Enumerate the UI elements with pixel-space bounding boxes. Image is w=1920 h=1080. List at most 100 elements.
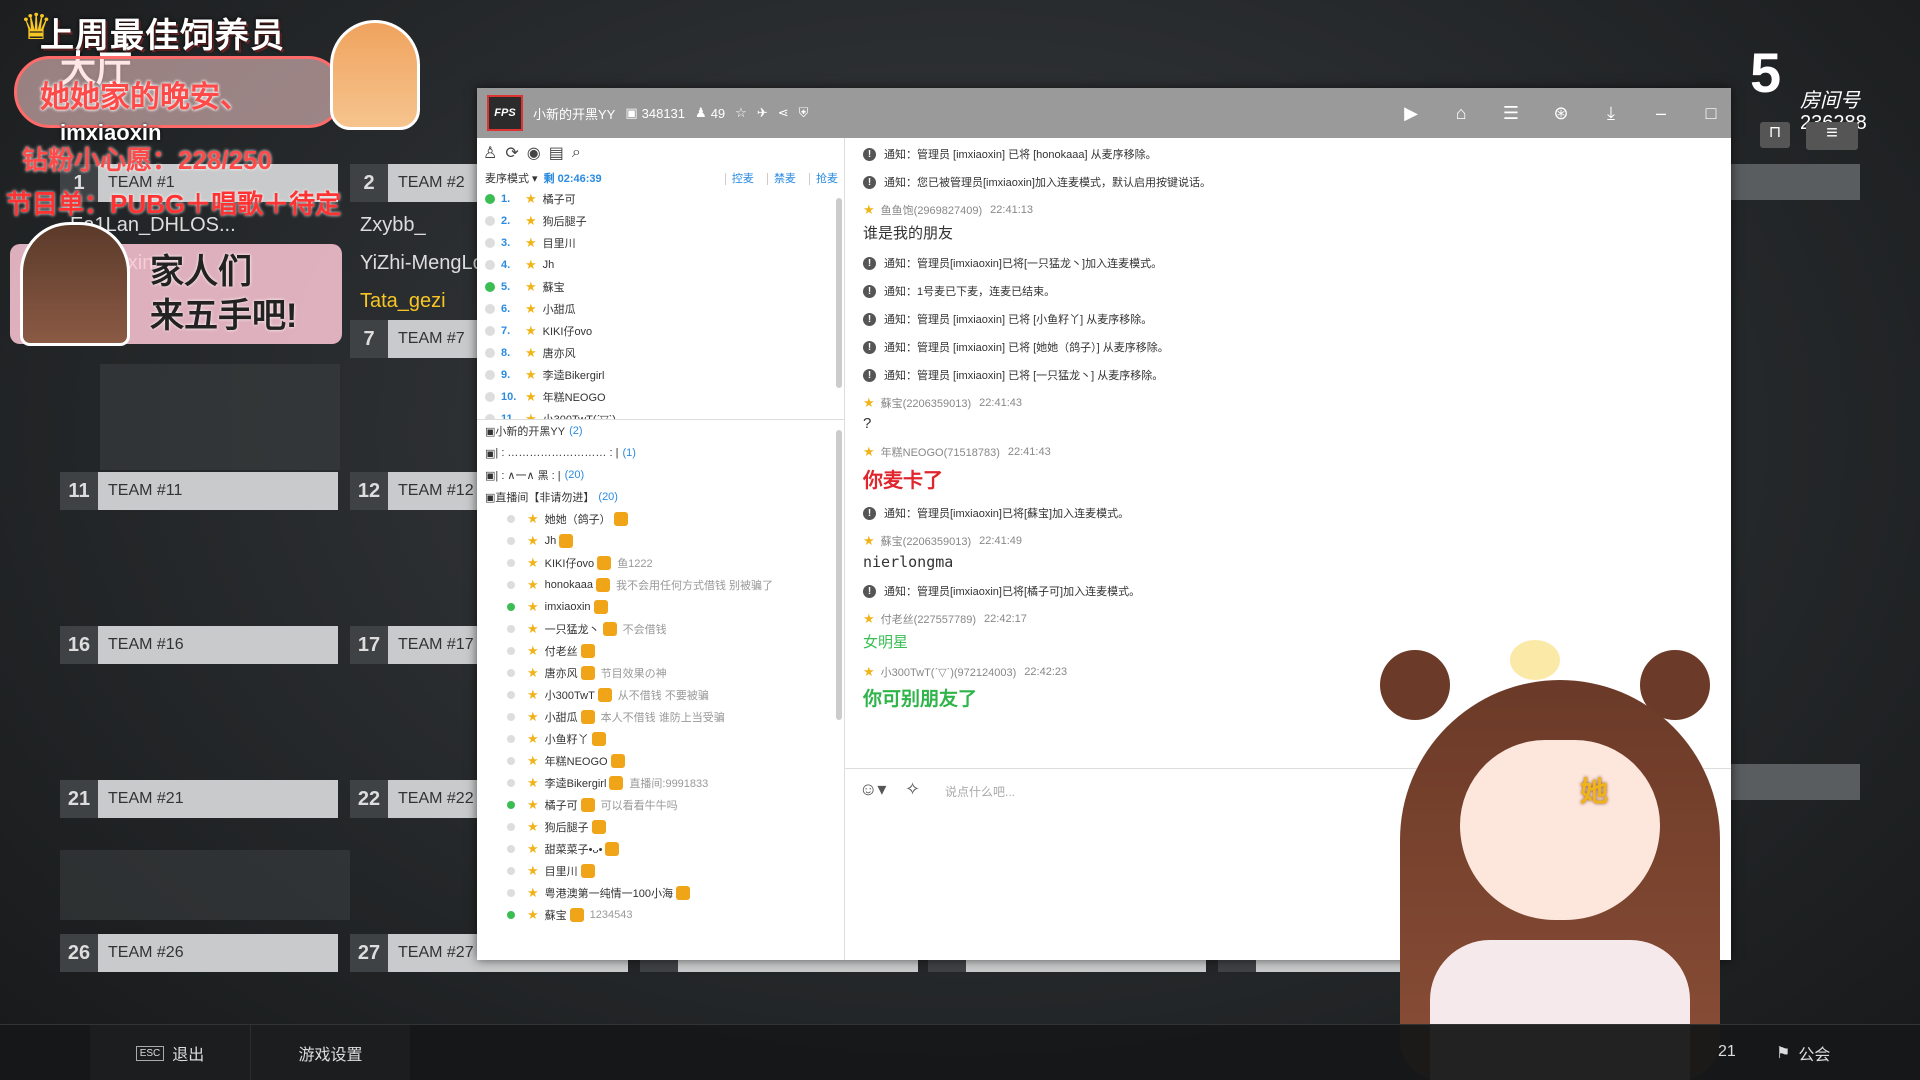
- member-item[interactable]: ★ 小300TwT 从不借钱 不要被骗: [477, 684, 844, 706]
- message-user[interactable]: 鱼鱼饱(2969827409): [881, 202, 983, 218]
- member-signature: 我不会用任何方式借钱 别被骗了: [615, 580, 774, 592]
- member-item[interactable]: ★ imxiaoxin: [477, 596, 844, 618]
- badge-icon: [605, 842, 620, 856]
- channel-panel: ♙ ⟳ ◉ ▤ ⌕ 麦序模式 ▾ 剩 02:46:39 控麦 禁麦 抢麦 1. ★…: [477, 138, 845, 960]
- lock-icon[interactable]: ⊓: [1760, 122, 1790, 148]
- star-icon[interactable]: ☆: [735, 105, 747, 121]
- mute-mic-button[interactable]: 禁麦: [766, 173, 796, 185]
- queue-item[interactable]: 4. ★ Jh: [477, 254, 844, 276]
- location-icon[interactable]: ◉: [527, 143, 541, 163]
- notice-line: ! 通知：管理员[imxiaoxin]已将[一只猛龙丶]加入连麦模式。: [863, 255, 1713, 271]
- member-item[interactable]: ★ 李逵Bikergirl 直播间:9991833: [477, 772, 844, 794]
- member-item[interactable]: ★ Jh: [477, 530, 844, 552]
- member-item[interactable]: ★ 年糕NEOGO: [477, 750, 844, 772]
- user-icon[interactable]: ♙: [483, 143, 497, 163]
- member-item[interactable]: ★ 一只猛龙丶 不会借钱: [477, 618, 844, 640]
- emoji-icon[interactable]: ☺▾: [859, 779, 886, 800]
- search-icon[interactable]: ⌕: [572, 144, 581, 162]
- queue-item[interactable]: 8. ★ 唐亦风: [477, 342, 844, 364]
- queue-item[interactable]: 3. ★ 目里川: [477, 232, 844, 254]
- magic-icon[interactable]: ✧: [905, 779, 920, 800]
- member-item[interactable]: ★ 狗后腿子: [477, 816, 844, 838]
- message-user[interactable]: 年糕NEOGO(71518783): [881, 444, 1000, 460]
- message-user[interactable]: 小300TwT(ˊ▽ˋ)(972124003): [881, 664, 1017, 680]
- member-item[interactable]: ★ 橘子可 可以看看牛牛吗: [477, 794, 844, 816]
- guild-icon: ⚑: [1776, 1045, 1791, 1062]
- notice-line: ! 通知：管理员[imxiaoxin]已将[橘子可]加入连麦模式。: [863, 583, 1713, 599]
- section-name: | : ∧一∧ 黑 : |: [495, 470, 561, 482]
- member-item[interactable]: ★ 唐亦风 节目效果の神: [477, 662, 844, 684]
- shield-icon[interactable]: ⛨: [799, 105, 809, 121]
- member-item[interactable]: ★ 付老丝: [477, 640, 844, 662]
- share-icon[interactable]: ⋖: [778, 105, 789, 121]
- grab-mic-button[interactable]: 抢麦: [809, 173, 838, 185]
- team-tile[interactable]: 16 TEAM #16: [60, 626, 338, 664]
- chat-input[interactable]: 说点什么吧...: [945, 783, 1015, 800]
- queue-item[interactable]: 2. ★ 狗后腿子: [477, 210, 844, 232]
- message-user[interactable]: 蘇宝(2206359013): [881, 533, 972, 549]
- team-tile[interactable]: 11 TEAM #11: [60, 472, 338, 510]
- control-mic-button[interactable]: 控麦: [724, 173, 754, 185]
- minimize-icon[interactable]: –: [1641, 103, 1681, 124]
- online-status-icon: [507, 735, 515, 743]
- queue-item[interactable]: 11. ★ 小300TwT(ˊ▽ˋ): [477, 408, 844, 419]
- member-item[interactable]: ★ 粤港澳第一纯情一100小海: [477, 882, 844, 904]
- team-number: 27: [350, 934, 388, 972]
- exit-button[interactable]: ESC 退出: [90, 1025, 250, 1080]
- notice-text: 通知：您已被管理员[imxiaoxin]加入连麦模式，默认启用按键说话。: [884, 177, 1211, 189]
- guild-button[interactable]: ⚑ 公会: [1776, 1025, 1830, 1080]
- member-name: 粤港澳第一纯情一100小海: [544, 888, 674, 900]
- channel-section[interactable]: ▣ 直播间【非请勿进】 (20): [477, 486, 844, 508]
- member-item[interactable]: ★ 目里川: [477, 860, 844, 882]
- queue-number: 3.: [501, 237, 511, 249]
- member-item[interactable]: ★ 她她（鸽子）: [477, 508, 844, 530]
- queue-item[interactable]: 10. ★ 年糕NEOGO: [477, 386, 844, 408]
- game-settings-button[interactable]: 游戏设置: [250, 1025, 410, 1080]
- scrollbar[interactable]: [836, 430, 842, 720]
- channel-section[interactable]: ▣ | : ……………………… : | (1): [477, 442, 844, 464]
- home-icon[interactable]: ⌂: [1441, 103, 1481, 124]
- team-tile[interactable]: 26 TEAM #26: [60, 934, 338, 972]
- member-item[interactable]: ★ honokaaa 我不会用任何方式借钱 别被骗了: [477, 574, 844, 596]
- chick-icon: [1510, 640, 1560, 680]
- member-name: 蘇宝: [544, 910, 567, 922]
- badge-icon: [580, 666, 595, 680]
- message-user[interactable]: 蘇宝(2206359013): [881, 395, 972, 411]
- channel-section[interactable]: ▣ 小新的开黑YY (2): [477, 420, 844, 442]
- notice-text: 通知：管理员[imxiaoxin]已将[一只猛龙丶]加入连麦模式。: [884, 258, 1163, 270]
- folder-icon: ▣: [485, 469, 496, 482]
- team-tile[interactable]: 21 TEAM #21: [60, 780, 338, 818]
- member-item[interactable]: ★ 小甜瓜 本人不借钱 谁防上当受骗: [477, 706, 844, 728]
- chibi-avatar: [20, 222, 130, 346]
- maximize-icon[interactable]: □: [1691, 103, 1731, 124]
- gamepad-icon[interactable]: ⊛: [1541, 103, 1581, 124]
- queue-item[interactable]: 1. ★ 橘子可: [477, 188, 844, 210]
- folder-icon: ▣: [485, 425, 496, 438]
- queue-item[interactable]: 6. ★ 小甜瓜: [477, 298, 844, 320]
- badge-icon: [676, 886, 691, 900]
- download-icon[interactable]: ⤓: [1591, 103, 1631, 124]
- channel-section[interactable]: ▣ | : ∧一∧ 黑 : | (20): [477, 464, 844, 486]
- pin-icon[interactable]: ✈: [757, 105, 768, 121]
- message-time: 22:42:17: [984, 613, 1027, 625]
- message-user[interactable]: 付老丝(227557789): [881, 611, 976, 627]
- queue-item[interactable]: 5. ★ 蘇宝: [477, 276, 844, 298]
- video-icon[interactable]: ▶: [1391, 103, 1431, 124]
- menu-icon[interactable]: ≡: [1806, 122, 1858, 150]
- member-item[interactable]: ★ 蘇宝 1234543: [477, 904, 844, 926]
- vip-icon: ★: [863, 202, 875, 217]
- vip-icon: ★: [525, 235, 537, 250]
- member-item[interactable]: ★ 小鱼籽丫: [477, 728, 844, 750]
- scrollbar[interactable]: [836, 198, 842, 388]
- notes-icon[interactable]: ▤: [549, 143, 564, 163]
- refresh-icon[interactable]: ⟳: [505, 143, 518, 163]
- queue-item[interactable]: 7. ★ KIKI仔ovo: [477, 320, 844, 342]
- member-name: Jh: [544, 535, 557, 547]
- mic-mode-select[interactable]: 麦序模式 ▾: [485, 170, 538, 186]
- team-name: TEAM #26: [98, 934, 338, 972]
- member-item[interactable]: ★ KIKI仔ovo 鱼1222: [477, 552, 844, 574]
- list-icon[interactable]: ☰: [1491, 103, 1531, 124]
- queue-item[interactable]: 9. ★ 李逵Bikergirl: [477, 364, 844, 386]
- member-signature: 从不借钱 不要被骗: [617, 690, 709, 702]
- member-item[interactable]: ★ 甜菜菜子•ᴗ•: [477, 838, 844, 860]
